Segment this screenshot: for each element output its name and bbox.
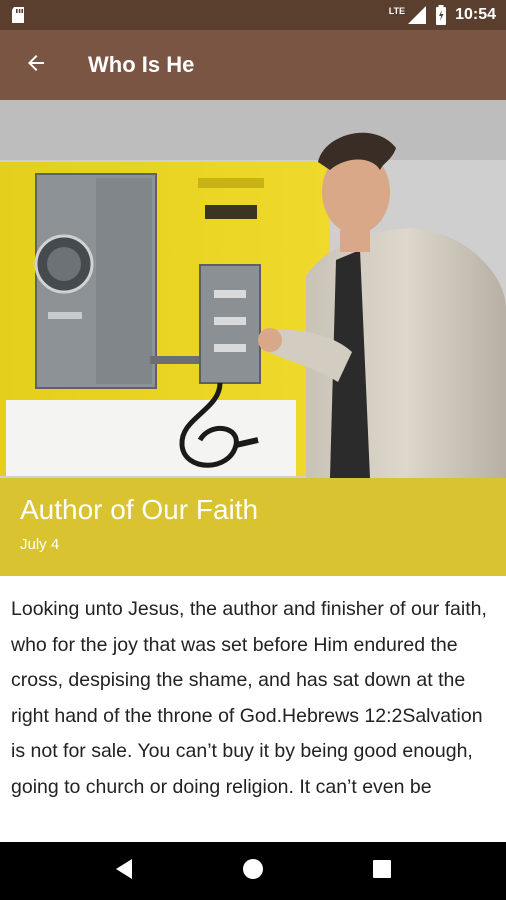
page-title: Who Is He: [88, 52, 195, 77]
sd-card-icon: [10, 6, 26, 24]
app-bar: Who Is He: [0, 30, 506, 100]
back-button[interactable]: [0, 30, 72, 100]
back-triangle-icon: [114, 858, 134, 885]
nav-home-button[interactable]: [223, 842, 283, 900]
arrow-back-icon: [24, 51, 48, 80]
hero-image: [0, 100, 506, 478]
network-type-label: LTE: [388, 6, 406, 16]
nav-recents-button[interactable]: [352, 842, 412, 900]
nav-back-button[interactable]: [94, 842, 154, 900]
status-time: 10:54: [455, 6, 496, 23]
article-date: July 4: [20, 536, 60, 553]
navigation-bar: [0, 842, 506, 900]
recents-square-icon: [372, 859, 392, 884]
status-bar: LTE 10:54: [0, 0, 506, 30]
signal-icon: [407, 5, 427, 25]
status-right: LTE 10:54: [389, 5, 496, 25]
article-title: Author of Our Faith: [20, 494, 259, 525]
article-header: Author of Our Faith July 4: [0, 478, 506, 576]
home-circle-icon: [242, 858, 264, 885]
status-left: [10, 6, 26, 24]
article-body: Looking unto Jesus, the author and finis…: [11, 598, 487, 798]
battery-icon: [435, 5, 447, 25]
